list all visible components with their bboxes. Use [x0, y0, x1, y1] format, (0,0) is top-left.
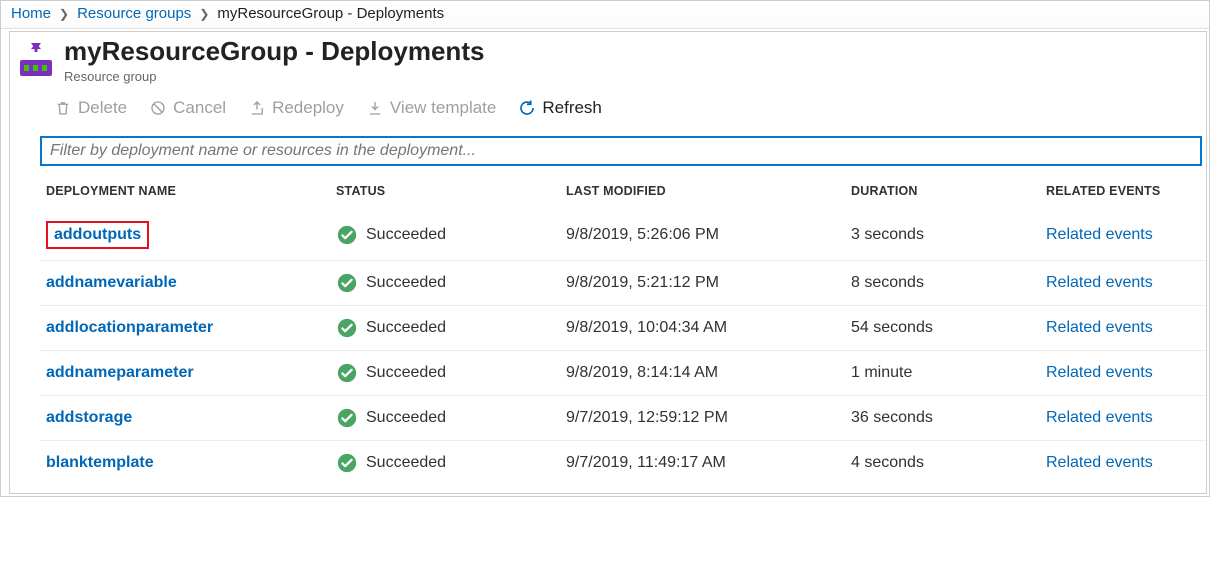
- status-cell: Succeeded: [336, 452, 554, 474]
- toolbar-label: View template: [390, 98, 496, 118]
- related-events-link[interactable]: Related events: [1046, 274, 1153, 291]
- breadcrumb-home[interactable]: Home: [11, 5, 51, 22]
- status-text: Succeeded: [366, 226, 446, 244]
- trash-icon: [54, 99, 72, 117]
- page-subtitle: Resource group: [64, 69, 484, 84]
- filter-input[interactable]: [48, 141, 1194, 161]
- duration: 54 seconds: [845, 306, 1040, 351]
- toolbar-label: Delete: [78, 98, 127, 118]
- related-events-link[interactable]: Related events: [1046, 454, 1153, 471]
- related-events-link[interactable]: Related events: [1046, 409, 1153, 426]
- table-row: addnameparameter Succeeded 9/8/2019, 8:14:…: [40, 351, 1206, 396]
- status-cell: Succeeded: [336, 317, 554, 339]
- duration: 8 seconds: [845, 261, 1040, 306]
- toolbar-label: Redeploy: [272, 98, 344, 118]
- page-title: myResourceGroup - Deployments: [64, 36, 484, 67]
- redeploy-button: Redeploy: [248, 98, 344, 118]
- download-icon: [366, 99, 384, 117]
- toolbar: Delete Cancel Redeploy View template Ref…: [10, 88, 1206, 132]
- table-row: blanktemplate Succeeded 9/7/2019, 11:49:17…: [40, 441, 1206, 486]
- breadcrumb-resource-groups[interactable]: Resource groups: [77, 5, 191, 22]
- deployments-table: DEPLOYMENT NAME STATUS LAST MODIFIED DUR…: [40, 174, 1206, 485]
- duration: 1 minute: [845, 351, 1040, 396]
- deployment-name-link[interactable]: addlocationparameter: [46, 319, 213, 336]
- table-row: addstorage Succeeded 9/7/2019, 12:59:12 PM…: [40, 396, 1206, 441]
- cancel-button: Cancel: [149, 98, 226, 118]
- breadcrumb: Home ❯ Resource groups ❯ myResourceGroup…: [1, 1, 1209, 29]
- status-cell: Succeeded: [336, 272, 554, 294]
- table-row: addlocationparameter Succeeded 9/8/2019, 1…: [40, 306, 1206, 351]
- last-modified: 9/7/2019, 12:59:12 PM: [560, 396, 845, 441]
- table-row: addnamevariable Succeeded 9/8/2019, 5:21:1…: [40, 261, 1206, 306]
- chevron-right-icon: ❯: [59, 7, 69, 21]
- delete-button: Delete: [54, 98, 127, 118]
- related-events-link[interactable]: Related events: [1046, 226, 1153, 243]
- col-name: DEPLOYMENT NAME: [40, 174, 330, 210]
- chevron-right-icon: ❯: [199, 7, 209, 21]
- status-cell: Succeeded: [336, 362, 554, 384]
- last-modified: 9/8/2019, 5:26:06 PM: [560, 210, 845, 261]
- toolbar-label: Refresh: [542, 98, 602, 118]
- status-text: Succeeded: [366, 409, 446, 427]
- last-modified: 9/8/2019, 5:21:12 PM: [560, 261, 845, 306]
- col-last: LAST MODIFIED: [560, 174, 845, 210]
- toolbar-label: Cancel: [173, 98, 226, 118]
- deployment-name-link[interactable]: addoutputs: [46, 221, 149, 249]
- status-text: Succeeded: [366, 454, 446, 472]
- deployment-name-link[interactable]: addstorage: [46, 409, 132, 426]
- view-template-button: View template: [366, 98, 496, 118]
- status-text: Succeeded: [366, 319, 446, 337]
- related-events-link[interactable]: Related events: [1046, 364, 1153, 381]
- resource-group-icon: [14, 40, 58, 80]
- deployment-name-link[interactable]: addnameparameter: [46, 364, 194, 381]
- upload-icon: [248, 99, 266, 117]
- breadcrumb-current: myResourceGroup - Deployments: [217, 5, 444, 22]
- status-text: Succeeded: [366, 274, 446, 292]
- table-row: addoutputs Succeeded 9/8/2019, 5:26:06 PM3…: [40, 210, 1206, 261]
- col-dur: DURATION: [845, 174, 1040, 210]
- refresh-icon: [518, 99, 536, 117]
- related-events-link[interactable]: Related events: [1046, 319, 1153, 336]
- last-modified: 9/8/2019, 8:14:14 AM: [560, 351, 845, 396]
- deployment-name-link[interactable]: addnamevariable: [46, 274, 177, 291]
- status-text: Succeeded: [366, 364, 446, 382]
- status-cell: Succeeded: [336, 407, 554, 429]
- col-rel: RELATED EVENTS: [1040, 174, 1206, 210]
- refresh-button[interactable]: Refresh: [518, 98, 602, 118]
- last-modified: 9/7/2019, 11:49:17 AM: [560, 441, 845, 486]
- filter-box[interactable]: [40, 136, 1202, 166]
- duration: 3 seconds: [845, 210, 1040, 261]
- col-status: STATUS: [330, 174, 560, 210]
- last-modified: 9/8/2019, 10:04:34 AM: [560, 306, 845, 351]
- duration: 4 seconds: [845, 441, 1040, 486]
- deployment-name-link[interactable]: blanktemplate: [46, 454, 154, 471]
- cancel-icon: [149, 99, 167, 117]
- status-cell: Succeeded: [336, 224, 554, 246]
- duration: 36 seconds: [845, 396, 1040, 441]
